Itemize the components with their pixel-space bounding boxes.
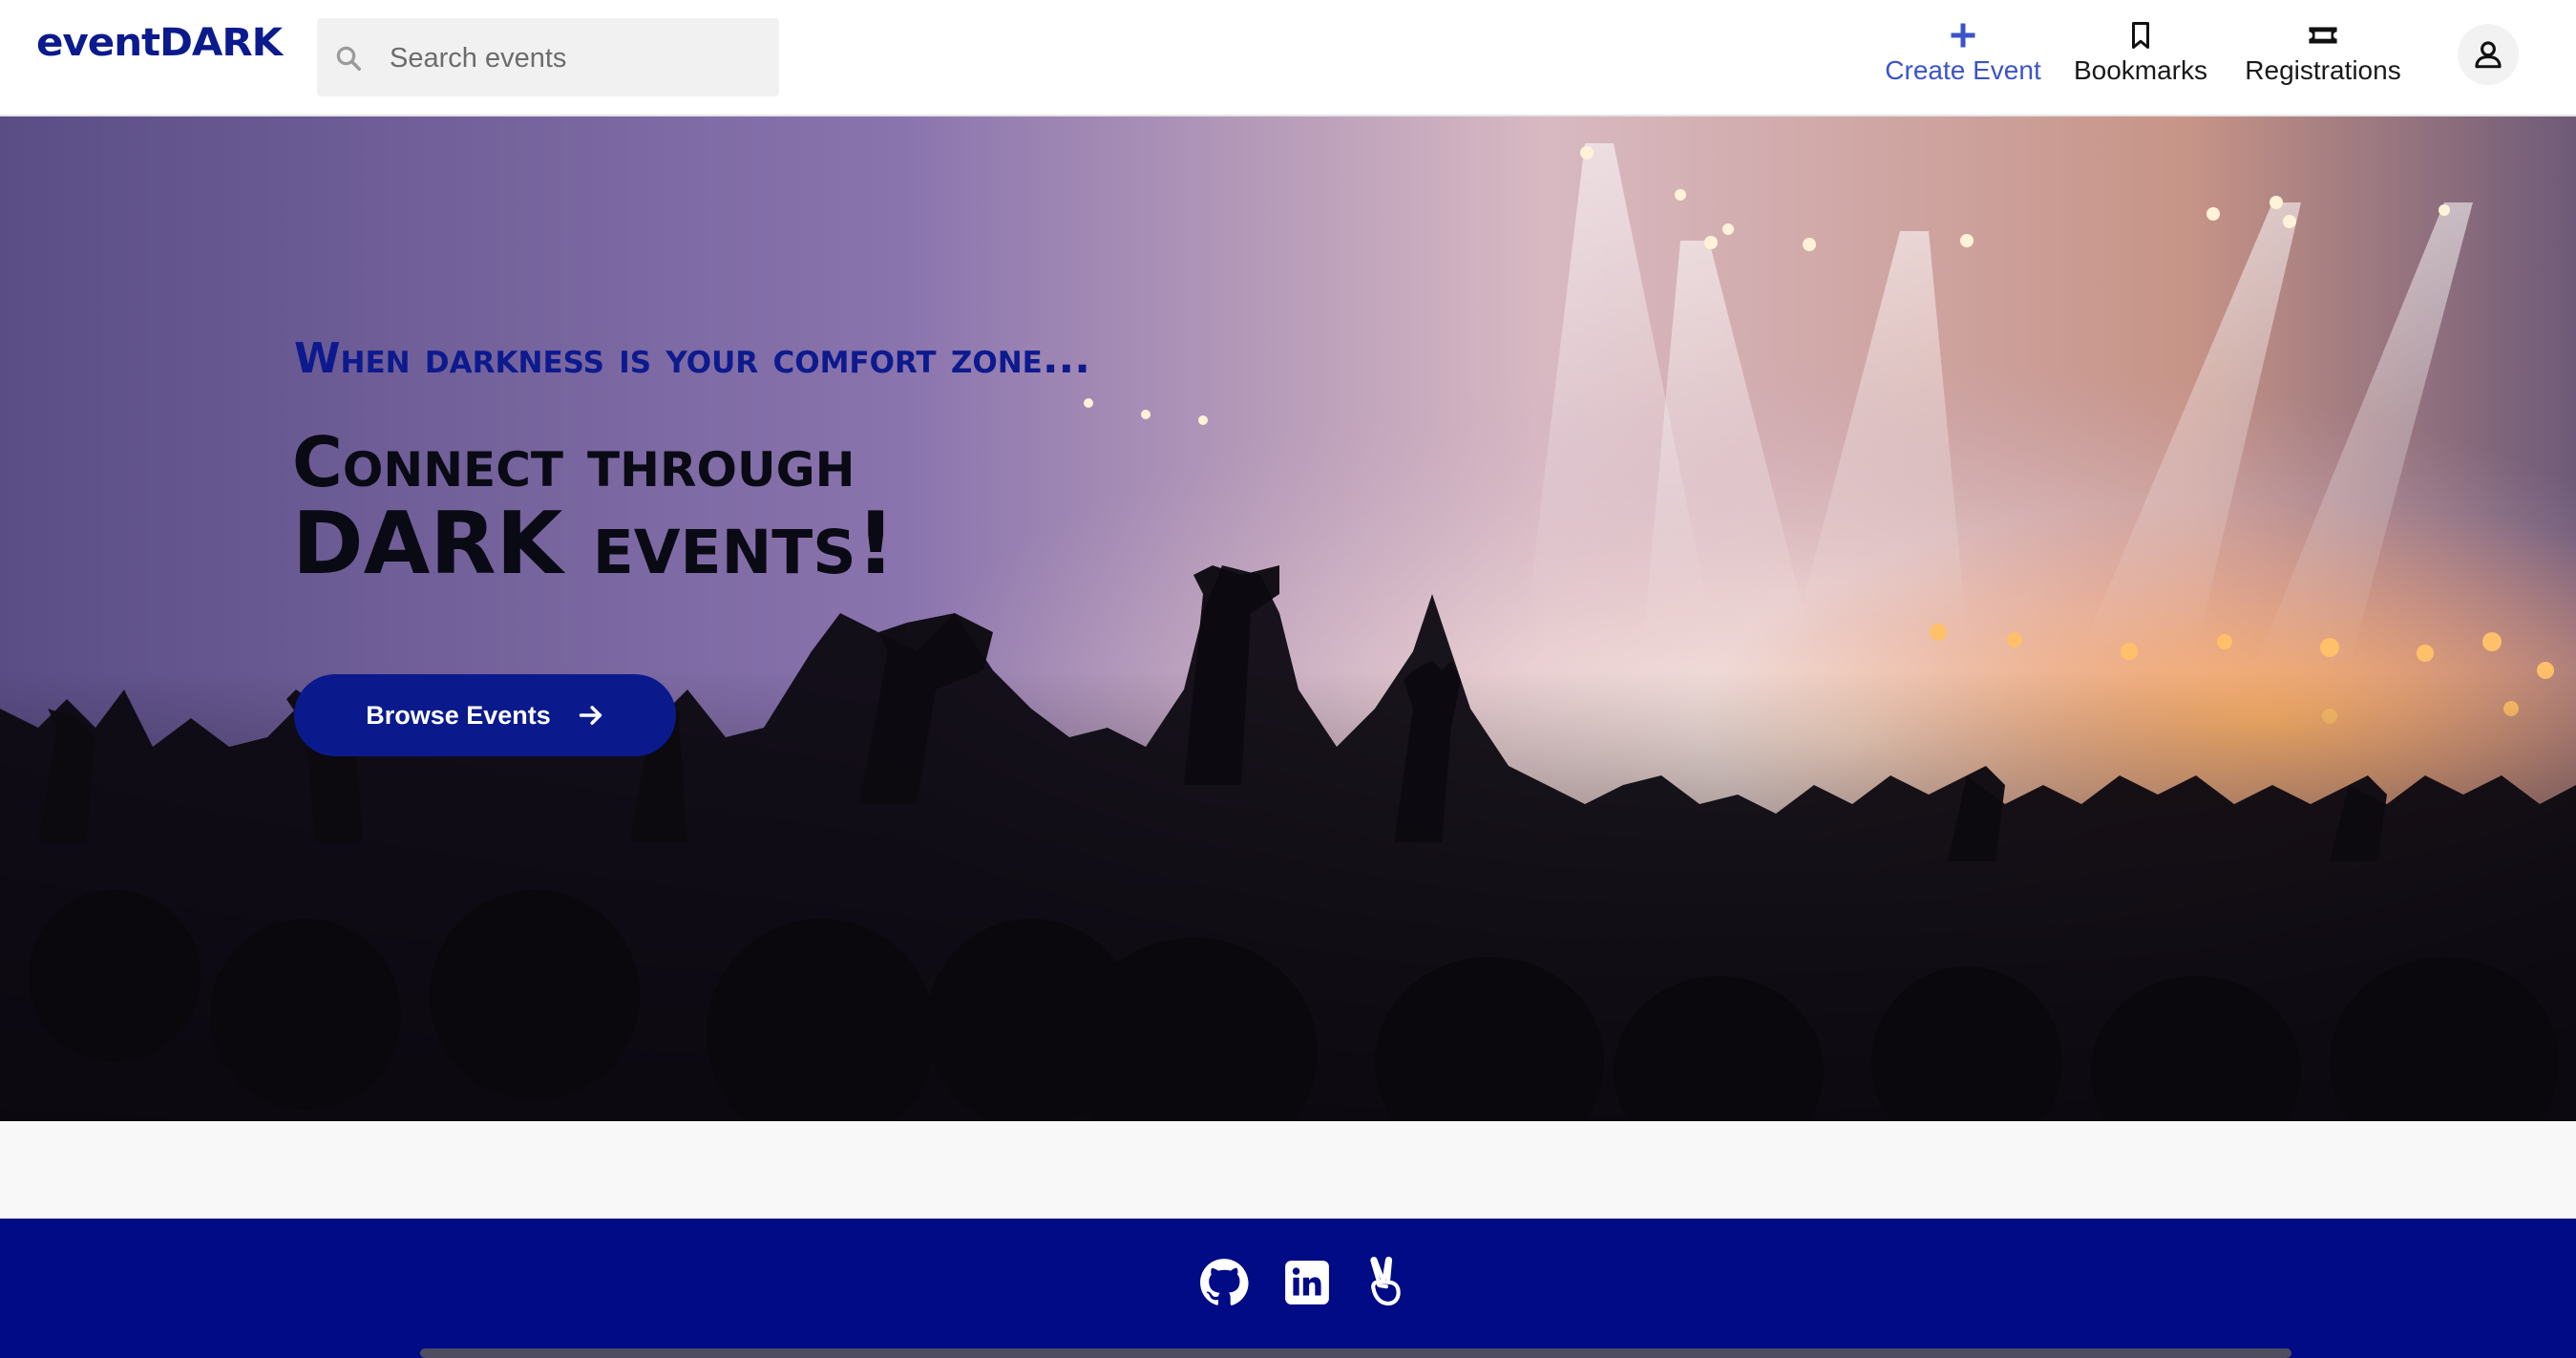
- logo[interactable]: eventDARK: [36, 21, 283, 65]
- hero-section: When darkness is your comfort zone... Co…: [0, 117, 2576, 1121]
- hero-headline: Connect through DARK events!: [292, 422, 896, 594]
- browse-events-label: Browse Events: [366, 700, 551, 730]
- social-links: [1199, 1257, 1407, 1308]
- arrow-right-icon: [579, 706, 602, 725]
- search-icon: [336, 46, 361, 71]
- top-navbar: eventDARK Create Event Bookmarks Registr…: [0, 0, 2576, 117]
- angellist-icon[interactable]: [1365, 1257, 1407, 1308]
- nav-registrations-label: Registrations: [2245, 55, 2401, 85]
- plus-icon: [1951, 23, 1975, 48]
- horizontal-scrollbar[interactable]: [420, 1348, 2291, 1358]
- user-icon: [2475, 41, 2502, 69]
- search-input[interactable]: [388, 18, 773, 98]
- hero-background-image: [0, 117, 2576, 1121]
- nav-bookmarks-label: Bookmarks: [2073, 55, 2208, 85]
- nav-registrations[interactable]: Registrations: [2242, 21, 2404, 95]
- browse-events-button[interactable]: Browse Events: [294, 674, 676, 756]
- profile-button[interactable]: [2458, 24, 2519, 85]
- nav-create-event[interactable]: Create Event: [1885, 21, 2041, 95]
- bookmark-icon: [2132, 22, 2149, 49]
- footer: [0, 1219, 2576, 1358]
- ticket-icon: [2309, 27, 2337, 44]
- content-spacer: [0, 1121, 2576, 1219]
- search-bar[interactable]: [317, 18, 779, 98]
- nav-create-event-label: Create Event: [1885, 55, 2041, 85]
- nav-bookmarks[interactable]: Bookmarks: [2072, 21, 2209, 95]
- hero-headline-line2: DARK events!: [292, 493, 896, 594]
- linkedin-icon[interactable]: [1283, 1259, 1331, 1306]
- hero-headline-line1: Connect through: [292, 422, 855, 502]
- github-icon[interactable]: [1199, 1258, 1249, 1307]
- hero-tagline: When darkness is your comfort zone...: [294, 334, 1090, 383]
